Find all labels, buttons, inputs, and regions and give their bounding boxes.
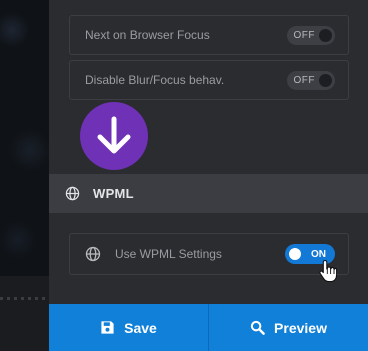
- toggle-knob: [319, 28, 332, 42]
- blur-focus-toggle-text: OFF: [293, 74, 315, 86]
- arrow-down-badge: [80, 102, 148, 170]
- search-icon: [250, 320, 265, 335]
- browser-focus-toggle-text: OFF: [293, 29, 315, 41]
- blur-focus-toggle[interactable]: OFF: [287, 70, 335, 90]
- section-title: WPML: [93, 186, 134, 201]
- wpml-settings-row: Use WPML Settings ON: [69, 233, 349, 275]
- settings-panel: Next on Browser Focus OFF Disable Blur/F…: [49, 0, 368, 351]
- browser-focus-row: Next on Browser Focus OFF: [69, 15, 349, 55]
- background-dots: [0, 297, 49, 300]
- wpml-settings-label: Use WPML Settings: [115, 247, 222, 261]
- save-label: Save: [124, 319, 157, 336]
- globe-icon: [85, 246, 101, 262]
- preview-button[interactable]: Preview: [209, 304, 368, 351]
- toggle-knob: [319, 73, 332, 87]
- browser-focus-toggle[interactable]: OFF: [287, 25, 335, 45]
- globe-icon: [65, 186, 80, 201]
- wpml-section-header[interactable]: WPML: [49, 174, 368, 213]
- save-icon: [100, 320, 115, 335]
- browser-focus-label: Next on Browser Focus: [85, 28, 210, 42]
- arrow-down-icon: [97, 116, 131, 154]
- blur-focus-label: Disable Blur/Focus behav.: [85, 73, 225, 87]
- save-button[interactable]: Save: [49, 304, 208, 351]
- preview-label: Preview: [274, 319, 327, 336]
- toggle-knob: [289, 248, 301, 260]
- background-footer-strip: [0, 276, 49, 351]
- hand-pointer-icon: [319, 259, 337, 283]
- wpml-toggle-text: ON: [311, 248, 326, 260]
- blur-focus-row: Disable Blur/Focus behav. OFF: [69, 60, 349, 100]
